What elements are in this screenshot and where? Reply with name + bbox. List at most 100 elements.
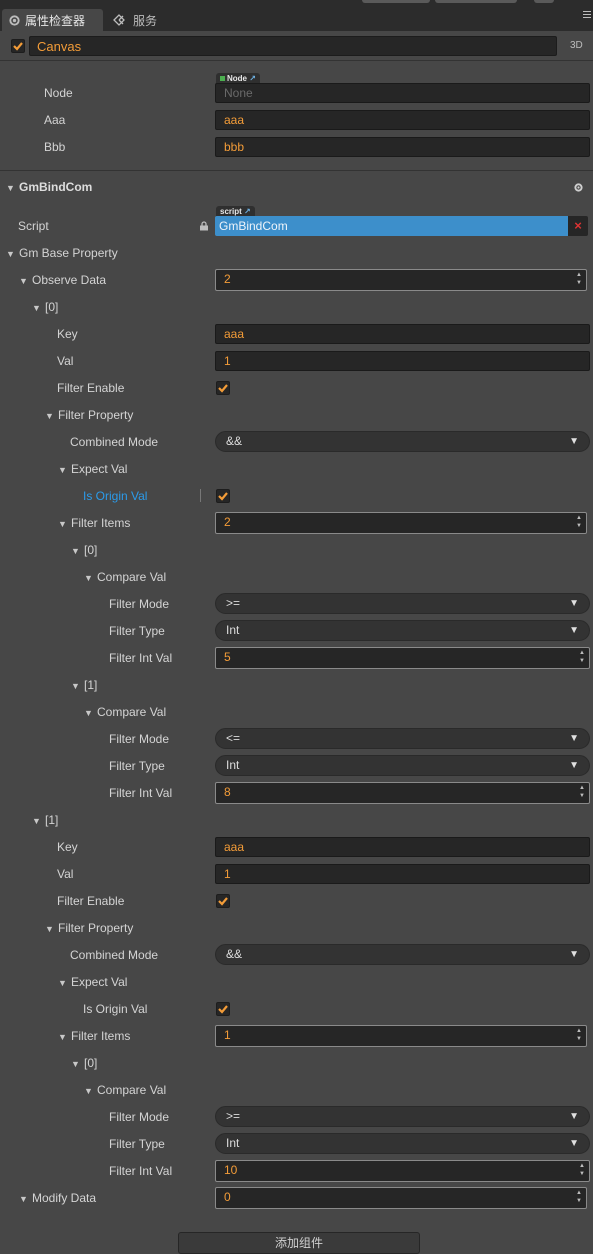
item1-combined-mode-select[interactable]: && ▼ xyxy=(215,944,590,965)
script-label: Script xyxy=(18,219,49,233)
node-active-checkbox[interactable] xyxy=(11,39,25,53)
clear-script-button[interactable]: × xyxy=(568,216,588,236)
tab-inspector[interactable]: 属性检查器 xyxy=(2,9,103,31)
prop-bbb-input[interactable]: bbb xyxy=(215,137,590,157)
prop-aaa-input[interactable]: aaa xyxy=(215,110,590,130)
section-divider xyxy=(0,170,593,171)
gear-icon xyxy=(9,14,20,26)
item0-filter-1-compare-val-header[interactable]: ▼ Compare Val xyxy=(84,702,166,722)
prop-node-field[interactable]: None xyxy=(215,83,590,103)
item0-filter-0-type-label: Filter Type xyxy=(109,624,165,638)
item0-filter-1-type-select[interactable]: Int ▼ xyxy=(215,755,590,776)
component-settings-icon[interactable] xyxy=(573,182,584,193)
header-divider xyxy=(0,60,593,61)
lock-icon xyxy=(200,221,208,231)
item0-filter-0-type-select[interactable]: Int ▼ xyxy=(215,620,590,641)
item0-filter-1-mode-select[interactable]: <= ▼ xyxy=(215,728,590,749)
item1-filter-0-header[interactable]: ▼ [0] xyxy=(71,1053,97,1073)
observe-item-1-header[interactable]: ▼ [1] xyxy=(32,810,58,830)
item0-filter-1-header[interactable]: ▼ [1] xyxy=(71,675,97,695)
item0-is-origin-val-checkbox[interactable] xyxy=(216,489,230,503)
item1-key-label: Key xyxy=(57,840,78,854)
chevron-down-icon: ▼ xyxy=(569,760,579,771)
tab-inspector-label: 属性检查器 xyxy=(25,13,86,28)
item1-filter-0-mode-select[interactable]: >= ▼ xyxy=(215,1106,590,1127)
modify-data-count-input[interactable]: 0 ▲ ▼ xyxy=(215,1187,587,1209)
3d-toggle[interactable]: 3D xyxy=(570,40,583,51)
item0-filter-0-int-val-input[interactable]: 5 ▲ ▼ xyxy=(215,647,590,669)
item0-filter-0-mode-label: Filter Mode xyxy=(109,597,170,611)
item0-is-origin-val-label: Is Origin Val xyxy=(83,489,148,503)
item0-filter-1-int-val-input[interactable]: 8 ▲ ▼ xyxy=(215,782,590,804)
item0-val-input[interactable]: 1 xyxy=(215,351,590,371)
gm-base-property-header[interactable]: ▼ Gm Base Property xyxy=(6,243,118,263)
modify-data-stepper[interactable]: ▲ ▼ xyxy=(574,1189,584,1205)
item0-combined-mode-select[interactable]: && ▼ xyxy=(215,431,590,452)
observe-data-stepper[interactable]: ▲ ▼ xyxy=(574,271,584,287)
item0-key-label: Key xyxy=(57,327,78,341)
prop-node-label: Node xyxy=(44,86,73,100)
item0-filter-1-int-val-stepper[interactable]: ▲ ▼ xyxy=(577,784,587,800)
item0-filter-items-stepper[interactable]: ▲ ▼ xyxy=(574,514,584,530)
item1-is-origin-val-label: Is Origin Val xyxy=(83,1002,148,1016)
item0-filter-0-mode-select[interactable]: >= ▼ xyxy=(215,593,590,614)
item0-filter-property-header[interactable]: ▼ Filter Property xyxy=(45,405,133,425)
tab-service[interactable]: 服务 xyxy=(107,9,157,31)
node-name-input[interactable]: Canvas xyxy=(29,36,557,56)
item1-key-input[interactable]: aaa xyxy=(215,837,590,857)
item1-filter-0-mode-label: Filter Mode xyxy=(109,1110,170,1124)
observe-data-count-input[interactable]: 2 ▲ ▼ xyxy=(215,269,587,291)
chevron-down-icon: ▼ xyxy=(569,598,579,609)
item0-expect-val-header[interactable]: ▼ Expect Val xyxy=(58,459,127,479)
item0-filter-0-header[interactable]: ▼ [0] xyxy=(71,540,97,560)
item0-filter-0-int-val-stepper[interactable]: ▲ ▼ xyxy=(577,649,587,665)
tab-service-label: 服务 xyxy=(133,13,158,28)
chevron-down-icon: ▼ xyxy=(569,625,579,636)
item0-filter-items-count-input[interactable]: 2 ▲ ▼ xyxy=(215,512,587,534)
item1-filter-items-count-input[interactable]: 1 ▲ ▼ xyxy=(215,1025,587,1047)
item1-val-label: Val xyxy=(57,867,74,881)
observe-data-header[interactable]: ▼ Observe Data xyxy=(19,270,106,290)
chevron-down-icon: ▼ xyxy=(569,1111,579,1122)
item1-filter-items-stepper[interactable]: ▲ ▼ xyxy=(574,1027,584,1043)
service-icon xyxy=(113,14,125,26)
item1-expect-val-header[interactable]: ▼ Expect Val xyxy=(58,972,127,992)
toolbar-round-button[interactable] xyxy=(534,0,554,3)
item0-val-label: Val xyxy=(57,354,74,368)
item1-filter-0-compare-val-header[interactable]: ▼ Compare Val xyxy=(84,1080,166,1100)
chevron-down-icon: ▼ xyxy=(569,1138,579,1149)
item0-filter-1-int-val-label: Filter Int Val xyxy=(109,786,173,800)
chevron-down-icon: ▼ xyxy=(569,733,579,744)
item1-filter-0-int-val-stepper[interactable]: ▲ ▼ xyxy=(577,1162,587,1178)
item0-key-input[interactable]: aaa xyxy=(215,324,590,344)
item0-filter-1-mode-label: Filter Mode xyxy=(109,732,170,746)
script-field[interactable]: GmBindCom xyxy=(215,216,568,236)
chevron-down-icon: ▼ xyxy=(569,436,579,447)
item0-filter-enable-checkbox[interactable] xyxy=(216,381,230,395)
item0-filter-0-compare-val-header[interactable]: ▼ Compare Val xyxy=(84,567,166,587)
prop-aaa-label: Aaa xyxy=(44,113,66,127)
toolbar-button-1[interactable] xyxy=(362,0,430,3)
chevron-down-icon: ▼ xyxy=(569,949,579,960)
item1-is-origin-val-checkbox[interactable] xyxy=(216,1002,230,1016)
toolbar-button-2[interactable] xyxy=(435,0,517,3)
item1-filter-items-header[interactable]: ▼ Filter Items xyxy=(58,1026,130,1046)
item0-combined-mode-label: Combined Mode xyxy=(70,435,159,449)
add-component-button[interactable]: 添加组件 xyxy=(178,1232,420,1254)
menu-icon[interactable] xyxy=(583,11,591,20)
resize-handle[interactable] xyxy=(200,489,201,502)
item0-filter-1-type-label: Filter Type xyxy=(109,759,165,773)
item1-filter-enable-checkbox[interactable] xyxy=(216,894,230,908)
item1-filter-0-int-val-label: Filter Int Val xyxy=(109,1164,173,1178)
modify-data-header[interactable]: ▼ Modify Data xyxy=(19,1188,96,1208)
item0-filter-0-int-val-label: Filter Int Val xyxy=(109,651,173,665)
item1-filter-0-int-val-input[interactable]: 10 ▲ ▼ xyxy=(215,1160,590,1182)
item0-filter-items-header[interactable]: ▼ Filter Items xyxy=(58,513,130,533)
item1-filter-0-type-select[interactable]: Int ▼ xyxy=(215,1133,590,1154)
item1-val-input[interactable]: 1 xyxy=(215,864,590,884)
item1-filter-property-header[interactable]: ▼ Filter Property xyxy=(45,918,133,938)
item1-filter-0-type-label: Filter Type xyxy=(109,1137,165,1151)
item0-filter-enable-label: Filter Enable xyxy=(57,381,125,395)
component-header[interactable]: ▼ GmBindCom xyxy=(6,177,92,197)
observe-item-0-header[interactable]: ▼ [0] xyxy=(32,297,58,317)
